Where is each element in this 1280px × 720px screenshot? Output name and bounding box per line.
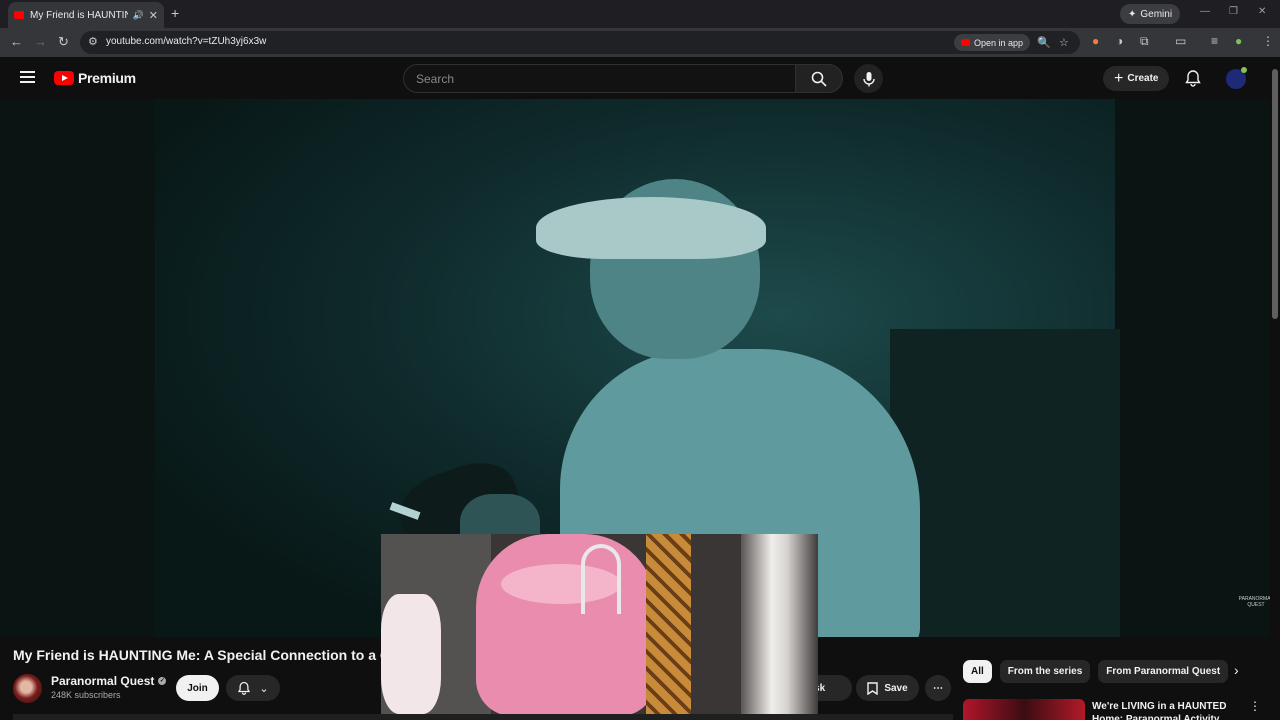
gemini-button[interactable]: ✦ Gemini (1120, 4, 1181, 24)
bookmark-star-icon[interactable]: ☆ (1059, 36, 1069, 49)
channel-name-row[interactable]: Paranormal Quest ✓ (51, 674, 167, 688)
zoom-icon[interactable]: 🔍 (1037, 36, 1051, 49)
webcam-scene-pink-cat (476, 534, 656, 716)
recommended-video[interactable]: We're LIVING in a HAUNTED Home: Paranorm… (963, 697, 1263, 720)
chip-all[interactable]: All (963, 660, 992, 683)
logo-text: Premium (78, 70, 136, 86)
restore-icon[interactable]: ❐ (1229, 6, 1238, 17)
video-scene-wall (890, 329, 1120, 637)
recommended-video-thumbnail[interactable] (963, 699, 1085, 720)
close-window-icon[interactable]: ✕ (1258, 6, 1266, 17)
reload-icon[interactable]: ↻ (58, 34, 69, 50)
chevron-down-icon: ⌄ (259, 682, 269, 695)
more-vertical-icon[interactable]: ⋮ (1249, 699, 1261, 713)
url-text[interactable]: youtube.com/watch?v=tZUh3yj6x3w (106, 36, 266, 47)
forward-icon[interactable]: → (34, 34, 47, 49)
extensions-puzzle-icon[interactable]: ⧉ (1140, 34, 1149, 49)
hamburger-menu-icon[interactable] (20, 71, 35, 83)
extension-icon-2[interactable]: ◑ (1116, 34, 1123, 48)
back-icon[interactable]: ← (10, 34, 23, 49)
open-in-app-button[interactable]: Open in app (954, 34, 1031, 51)
description-box-edge (13, 714, 953, 720)
search-button[interactable] (795, 64, 843, 93)
subscribed-notifications-button[interactable]: ⌄ (226, 675, 280, 701)
video-scene-cap (536, 197, 766, 259)
microphone-icon (862, 71, 875, 86)
youtube-premium-logo[interactable]: Premium (54, 70, 136, 86)
close-tab-icon[interactable]: ✕ (149, 9, 158, 22)
bookmark-icon (867, 681, 879, 695)
new-tab-button[interactable]: + (171, 5, 179, 21)
save-label: Save (884, 682, 908, 694)
join-button[interactable]: Join (176, 675, 219, 701)
site-info-icon[interactable]: ⚙ (88, 35, 98, 48)
plus-icon: + (1114, 69, 1124, 87)
recommendation-filter-chips: All From the series From Paranormal Ques… (963, 660, 1229, 683)
search-input[interactable]: Search (403, 64, 796, 93)
open-in-app-label: Open in app (974, 37, 1024, 48)
profile-icon[interactable]: ● (1235, 34, 1242, 48)
speaker-icon[interactable]: 🔊 (133, 10, 144, 21)
menu-kebab-icon[interactable]: ⋮ (1262, 34, 1274, 48)
media-controls-icon[interactable]: ≡ (1211, 34, 1218, 48)
youtube-play-icon (54, 71, 74, 85)
webcam-scene-plush (381, 594, 441, 714)
extension-icon[interactable]: ● (1092, 34, 1099, 48)
browser-tab-strip: My Friend is HAUNTING Me: A Special Conn… (0, 0, 1280, 28)
bell-icon (238, 681, 251, 695)
more-actions-button[interactable]: ⋯ (925, 675, 951, 701)
gemini-label: Gemini (1140, 8, 1173, 20)
minimize-icon[interactable]: — (1200, 6, 1210, 17)
create-button[interactable]: + Create (1103, 66, 1170, 91)
sparkle-icon: ✦ (1128, 8, 1137, 20)
youtube-icon (961, 39, 970, 46)
chevron-right-icon[interactable]: › (1234, 662, 1239, 678)
browser-tab[interactable]: My Friend is HAUNTING Me: A Special Conn… (8, 2, 164, 28)
video-title: My Friend is HAUNTING Me: A Special Conn… (13, 647, 383, 663)
recommended-video-title[interactable]: We're LIVING in a HAUNTED Home: Paranorm… (1092, 700, 1242, 720)
notifications-bell-icon[interactable] (1184, 69, 1202, 87)
more-horizontal-icon: ⋯ (933, 682, 943, 694)
scrollbar-thumb[interactable] (1272, 69, 1278, 319)
chip-from-the-series[interactable]: From the series (999, 660, 1091, 683)
page-scrollbar[interactable] (1270, 57, 1280, 720)
address-bar[interactable]: ⚙ youtube.com/watch?v=tZUh3yj6x3w Open i… (80, 31, 1080, 54)
channel-name[interactable]: Paranormal Quest (51, 674, 154, 688)
search-icon (811, 71, 827, 87)
youtube-favicon-icon (14, 11, 24, 19)
webcam-scene-window-light (741, 534, 818, 716)
subscriber-count: 248K subscribers (51, 690, 121, 700)
webcam-scene-headphones (581, 544, 621, 614)
account-avatar[interactable] (1226, 67, 1247, 89)
cast-icon[interactable]: ▭ (1175, 34, 1186, 48)
webcam-scene-giraffe (646, 534, 691, 716)
channel-avatar[interactable] (13, 674, 42, 703)
youtube-masthead: Premium Search + Create (0, 57, 1280, 99)
verified-check-icon: ✓ (158, 677, 167, 685)
save-button[interactable]: Save (856, 675, 919, 701)
create-label: Create (1127, 73, 1159, 84)
chip-from-channel[interactable]: From Paranormal Quest (1098, 660, 1229, 683)
browser-toolbar: ← → ↻ ⚙ youtube.com/watch?v=tZUh3yj6x3w … (0, 28, 1280, 57)
tab-title: My Friend is HAUNTING Me: A Special Conn… (30, 9, 128, 21)
voice-search-button[interactable] (854, 64, 883, 93)
webcam-overlay (381, 534, 818, 716)
